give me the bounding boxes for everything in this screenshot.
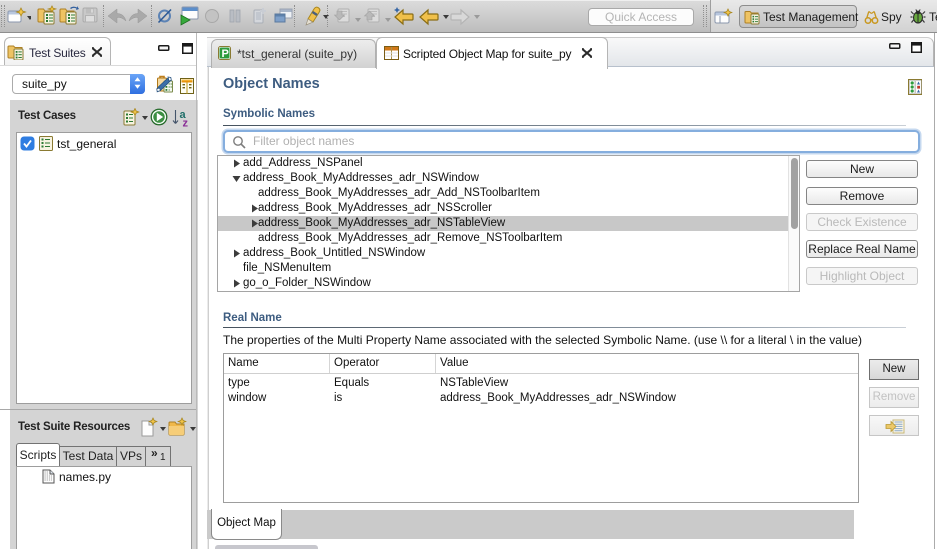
- svg-text:P: P: [222, 48, 229, 60]
- svg-text:z: z: [183, 118, 189, 128]
